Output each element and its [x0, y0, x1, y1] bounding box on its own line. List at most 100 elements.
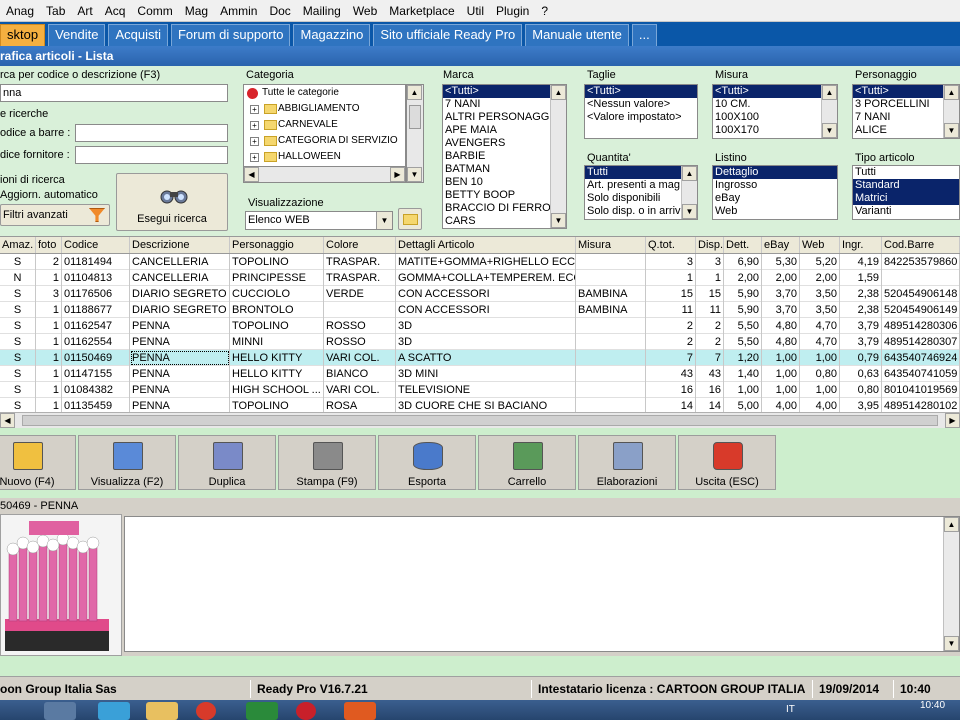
- list-item[interactable]: <Nessun valore>: [585, 98, 697, 111]
- menu-item-9[interactable]: Web: [347, 4, 383, 18]
- menu-item-3[interactable]: Acq: [99, 4, 132, 18]
- column-header[interactable]: Dett.: [724, 237, 762, 253]
- scroll-down-icon[interactable]: ▼: [407, 167, 422, 182]
- list-item[interactable]: Web: [713, 205, 837, 218]
- list-item[interactable]: Standard: [853, 179, 959, 192]
- notes-scrollbar[interactable]: ▲ ▼: [943, 517, 959, 651]
- column-header[interactable]: eBay: [762, 237, 800, 253]
- scroll-up-icon[interactable]: ▲: [944, 85, 959, 100]
- chevron-down-icon[interactable]: ▼: [376, 212, 392, 229]
- list-item[interactable]: BRACCIO DI FERRO: [443, 202, 566, 215]
- toolbar-button-6[interactable]: Elaborazioni: [578, 435, 676, 490]
- menu-item-4[interactable]: Comm: [131, 4, 178, 18]
- list-item[interactable]: BEN 10: [443, 176, 566, 189]
- column-header[interactable]: foto: [36, 237, 62, 253]
- sizes-list[interactable]: <Tutti> <Nessun valore> <Valore impostato>: [584, 84, 698, 139]
- auto-update-checkbox[interactable]: Aggiorn. automatico: [0, 189, 98, 201]
- column-header[interactable]: Colore: [324, 237, 396, 253]
- tab-0[interactable]: sktop: [0, 24, 46, 46]
- list-item[interactable]: 100X100: [713, 111, 837, 124]
- category-tree-scrollbar[interactable]: ▲ ▼: [406, 84, 424, 183]
- toolbar-button-4[interactable]: Esporta: [378, 435, 476, 490]
- scroll-right-icon[interactable]: ▶: [945, 413, 960, 428]
- toolbar-button-1[interactable]: Visualizza (F2): [78, 435, 176, 490]
- list-item[interactable]: Ingrosso: [713, 179, 837, 192]
- brand-list[interactable]: <Tutti> 7 NANI ALTRI PERSONAGGI APE MAIA AVE…: [442, 84, 567, 229]
- menu-item-11[interactable]: Util: [461, 4, 490, 18]
- scroll-down-icon[interactable]: ▼: [944, 123, 959, 138]
- list-item[interactable]: eBay: [713, 192, 837, 205]
- menu-item-10[interactable]: Marketplace: [383, 4, 460, 18]
- table-row[interactable]: S 1 01162547 PENNA TOPOLINO ROSSO 3D 2 2 5,50 4,80…: [0, 318, 960, 334]
- expand-icon[interactable]: +: [250, 121, 259, 130]
- scroll-down-icon[interactable]: ▼: [551, 213, 566, 228]
- menu-item-0[interactable]: Anag: [0, 4, 40, 18]
- list-item[interactable]: 100X170: [713, 124, 837, 137]
- scroll-thumb[interactable]: [22, 415, 938, 426]
- pricelist-list[interactable]: Dettaglio Ingrosso eBay Web: [712, 165, 838, 220]
- menu-item-2[interactable]: Art: [71, 4, 98, 18]
- column-header[interactable]: Misura: [576, 237, 646, 253]
- advanced-filters-button[interactable]: Filtri avanzati: [0, 204, 110, 226]
- list-item[interactable]: APE MAIA: [443, 124, 566, 137]
- supplier-code-input[interactable]: [75, 146, 228, 164]
- list-item[interactable]: BETTY BOOP: [443, 189, 566, 202]
- list-item[interactable]: AVENGERS: [443, 137, 566, 150]
- menu-item-6[interactable]: Ammin: [214, 4, 263, 18]
- toolbar-button-0[interactable]: Nuovo (F4): [0, 435, 76, 490]
- notes-area[interactable]: ▲ ▼: [124, 516, 960, 652]
- list-item[interactable]: <Valore impostato>: [585, 111, 697, 124]
- menu-item-1[interactable]: Tab: [40, 4, 71, 18]
- view-select[interactable]: Elenco WEB ▼: [245, 211, 393, 230]
- list-item[interactable]: BARBIE: [443, 150, 566, 163]
- folder-icon[interactable]: [146, 702, 178, 720]
- open-folder-button[interactable]: [398, 208, 422, 230]
- outlook-icon[interactable]: [98, 702, 130, 720]
- column-header[interactable]: Cod.Barre: [882, 237, 960, 253]
- list-item[interactable]: Varianti: [853, 205, 959, 218]
- tab-2[interactable]: Acquisti: [108, 24, 168, 46]
- article-type-list[interactable]: Tutti Standard Matrici Varianti: [852, 165, 960, 220]
- table-row[interactable]: S 1 01162554 PENNA MINNI ROSSO 3D 2 2 5,50 4,80 4,7…: [0, 334, 960, 350]
- toolbar-button-5[interactable]: Carrello: [478, 435, 576, 490]
- table-row[interactable]: S 1 01147155 PENNA HELLO KITTY BIANCO 3D MINI 4…: [0, 366, 960, 382]
- menu-item-13[interactable]: ?: [535, 4, 554, 18]
- expand-icon[interactable]: +: [250, 153, 259, 162]
- toolbar-button-3[interactable]: Stampa (F9): [278, 435, 376, 490]
- column-header[interactable]: Web: [800, 237, 840, 253]
- list-scrollbar[interactable]: ▲ ▼: [681, 166, 697, 219]
- list-item[interactable]: 7 NANI: [443, 98, 566, 111]
- list-item[interactable]: <Tutti>: [585, 85, 697, 98]
- tab-1[interactable]: Vendite: [48, 24, 106, 46]
- toolbar-button-7[interactable]: Uscita (ESC): [678, 435, 776, 490]
- scroll-left-icon[interactable]: ◀: [244, 167, 259, 182]
- tab-4[interactable]: Magazzino: [293, 24, 371, 46]
- list-item[interactable]: BATMAN: [443, 163, 566, 176]
- list-item[interactable]: ALTRI PERSONAGGI: [443, 111, 566, 124]
- menu-item-12[interactable]: Plugin: [490, 4, 535, 18]
- expand-icon[interactable]: +: [250, 137, 259, 146]
- column-header[interactable]: Personaggio: [230, 237, 324, 253]
- table-row[interactable]: S 2 01181494 CANCELLERIA TOPOLINO TRASPAR. MAT…: [0, 254, 960, 270]
- expand-icon[interactable]: +: [250, 105, 259, 114]
- scroll-down-icon[interactable]: ▼: [682, 204, 697, 219]
- tree-root[interactable]: Tutte le categorie: [244, 85, 405, 101]
- menu-item-7[interactable]: Doc: [263, 4, 296, 18]
- readypro-icon[interactable]: [296, 702, 316, 720]
- tab-7[interactable]: ...: [631, 24, 657, 46]
- articles-grid[interactable]: Amaz. foto Codice Descrizione Personaggio Col…: [0, 236, 960, 414]
- measure-list[interactable]: <Tutti> 10 CM. 100X100 100X170 ▲ ▼: [712, 84, 838, 139]
- column-header[interactable]: Dettagli Articolo: [396, 237, 576, 253]
- language-indicator[interactable]: IT: [786, 704, 795, 715]
- scroll-left-icon[interactable]: ◀: [0, 413, 15, 428]
- list-item[interactable]: Dettaglio: [713, 166, 837, 179]
- table-row[interactable]: N 1 01104813 CANCELLERIA PRINCIPESSE TRASPAR.…: [0, 270, 960, 286]
- list-item[interactable]: Matrici: [853, 192, 959, 205]
- list-item[interactable]: 10 CM.: [713, 98, 837, 111]
- menu-item-8[interactable]: Mailing: [297, 4, 347, 18]
- menu-item-5[interactable]: Mag: [179, 4, 214, 18]
- scroll-up-icon[interactable]: ▲: [682, 166, 697, 181]
- tab-3[interactable]: Forum di supporto: [170, 24, 291, 46]
- tree-node[interactable]: + CARNEVALE: [244, 117, 405, 133]
- tab-5[interactable]: Sito ufficiale Ready Pro: [373, 24, 523, 46]
